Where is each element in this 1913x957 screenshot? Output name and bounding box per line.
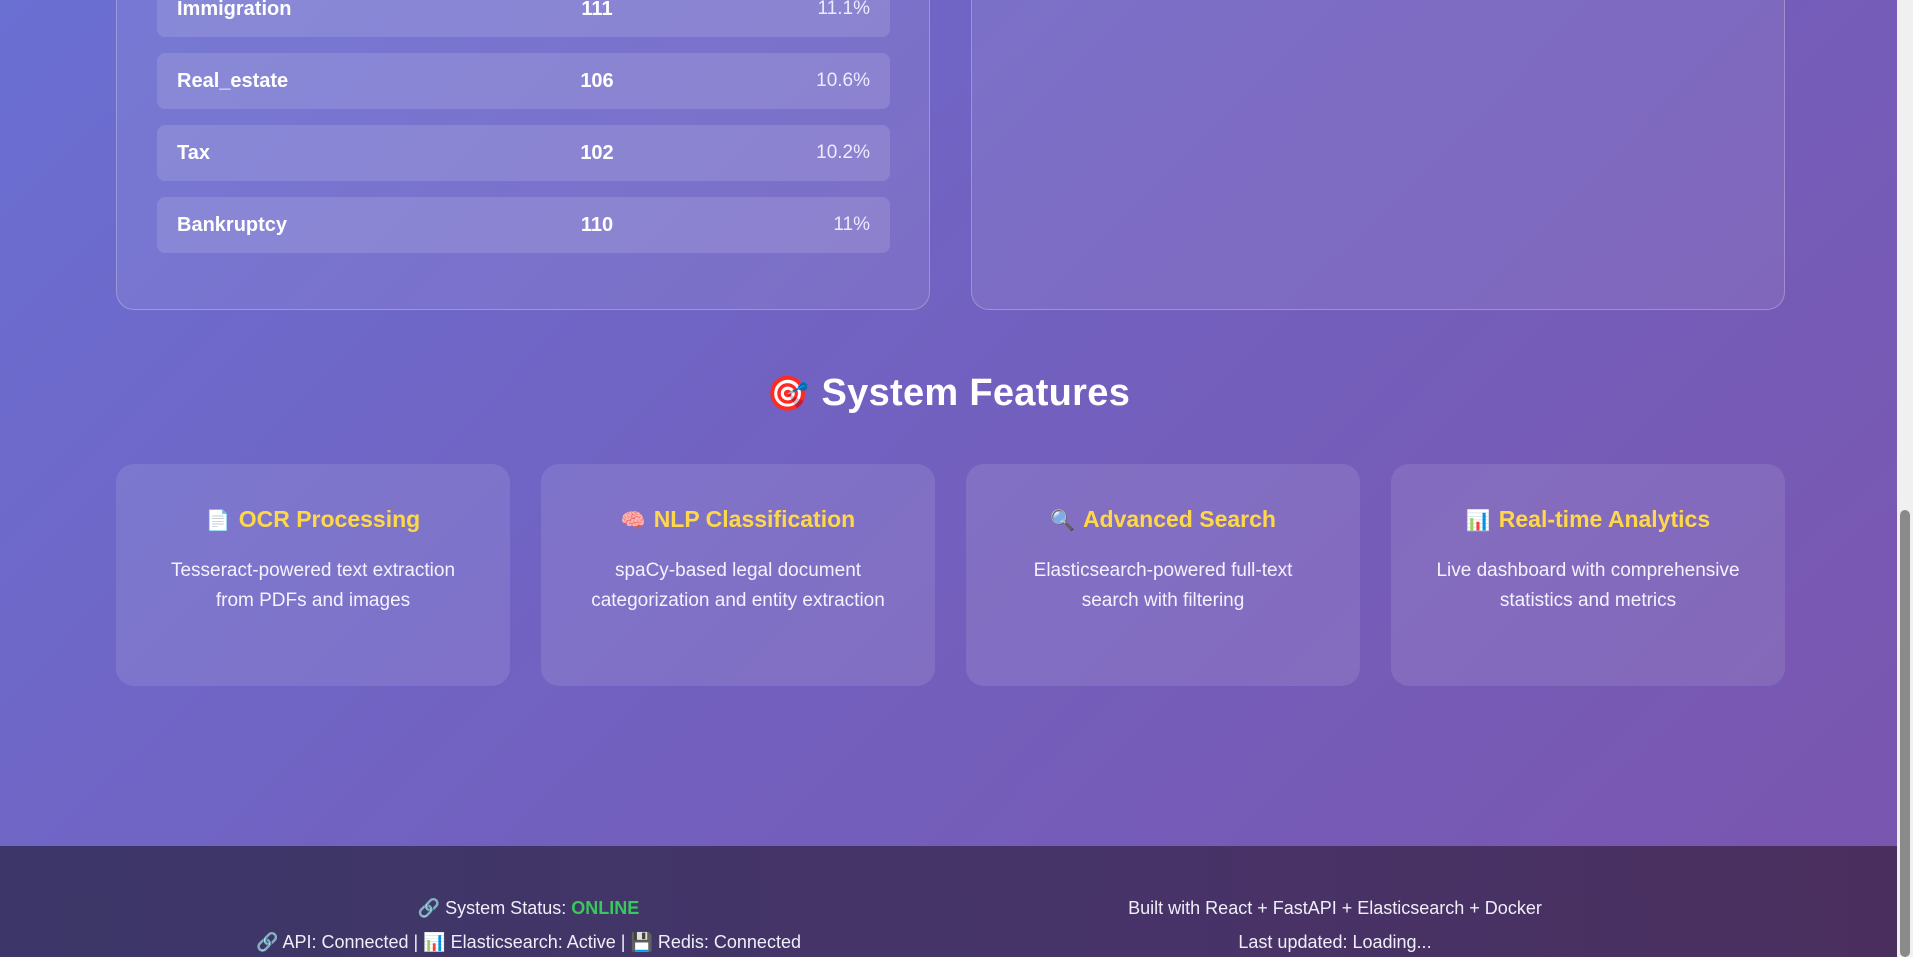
feature-card-search: 🔍 Advanced Search Elasticsearch-powered f… xyxy=(966,464,1360,686)
built-with: Built with React + FastAPI + Elasticsear… xyxy=(1128,898,1542,918)
category-percent: 11.1% xyxy=(817,0,870,19)
section-title-text: System Features xyxy=(821,372,1131,414)
category-row: Immigration 111 11.1% xyxy=(157,0,890,37)
document-icon: 📄 xyxy=(205,510,231,532)
scrollbar[interactable] xyxy=(1897,0,1913,957)
redis-status: Redis: Connected xyxy=(657,932,801,952)
feature-title-text: OCR Processing xyxy=(238,506,421,532)
category-name: Immigration xyxy=(177,0,292,20)
feature-description: Elasticsearch-powered full-text search w… xyxy=(1033,560,1293,611)
floppy-disk-icon: 💾 xyxy=(630,932,653,952)
feature-description: spaCy-based legal document categorizatio… xyxy=(591,560,885,611)
bar-chart-icon: 📊 xyxy=(423,932,446,952)
status-label: System Status: xyxy=(445,898,567,918)
feature-description: Tesseract-powered text extraction from P… xyxy=(170,560,456,611)
target-icon: 🎯 xyxy=(766,375,810,413)
feature-card-title: 🔍 Advanced Search xyxy=(966,506,1360,533)
footer: 🔗 System Status: ONLINE 🔗 API: Connected… xyxy=(0,846,1897,957)
feature-card-title: 🧠 NLP Classification xyxy=(541,506,935,533)
feature-card-title: 📊 Real-time Analytics xyxy=(1391,506,1785,533)
elasticsearch-status: Elasticsearch: Active | xyxy=(450,932,626,952)
category-row: Tax 102 10.2% xyxy=(157,125,890,181)
feature-card-ocr: 📄 OCR Processing Tesseract-powered text e… xyxy=(116,464,510,686)
feature-card-title: 📄 OCR Processing xyxy=(116,506,510,533)
category-name: Real_estate xyxy=(177,70,289,92)
category-count: 111 xyxy=(581,0,613,20)
chart-panel xyxy=(971,0,1785,310)
category-row: Real_estate 106 10.6% xyxy=(157,53,890,109)
api-status: API: Connected | xyxy=(282,932,419,952)
service-status: 🔗 API: Connected | 📊 Elasticsearch: Acti… xyxy=(0,932,1057,953)
link-icon: 🔗 xyxy=(417,898,441,918)
status-badge: ONLINE xyxy=(571,898,640,918)
category-count: 110 xyxy=(580,214,614,236)
magnifier-icon: 🔍 xyxy=(1050,510,1075,532)
feature-title-text: Advanced Search xyxy=(1082,506,1276,532)
last-updated: Last updated: Loading... xyxy=(1238,932,1432,952)
category-percent: 10.6% xyxy=(816,70,870,91)
system-status: 🔗 System Status: ONLINE xyxy=(0,898,1057,919)
category-row: Bankruptcy 110 11% xyxy=(157,197,890,253)
category-percent: 10.2% xyxy=(816,142,870,163)
feature-title-text: NLP Classification xyxy=(653,506,856,532)
feature-card-nlp: 🧠 NLP Classification spaCy-based legal do… xyxy=(541,464,935,686)
category-name: Tax xyxy=(177,142,210,164)
page: Immigration 111 11.1% Real_estate 106 10… xyxy=(0,0,1897,957)
category-count: 102 xyxy=(580,142,614,164)
category-stats-panel: Immigration 111 11.1% Real_estate 106 10… xyxy=(116,0,930,310)
feature-title-text: Real-time Analytics xyxy=(1498,506,1711,532)
scrollbar-thumb[interactable] xyxy=(1900,510,1910,957)
category-count: 106 xyxy=(580,70,614,92)
category-percent: 11% xyxy=(833,214,870,235)
brain-icon: 🧠 xyxy=(620,510,646,532)
feature-card-analytics: 📊 Real-time Analytics Live dashboard with… xyxy=(1391,464,1785,686)
feature-description: Live dashboard with comprehensive statis… xyxy=(1436,560,1740,611)
section-title: 🎯 System Features xyxy=(0,372,1897,415)
category-name: Bankruptcy xyxy=(177,214,288,236)
link-icon: 🔗 xyxy=(256,932,279,952)
bar-chart-icon: 📊 xyxy=(1465,510,1491,532)
